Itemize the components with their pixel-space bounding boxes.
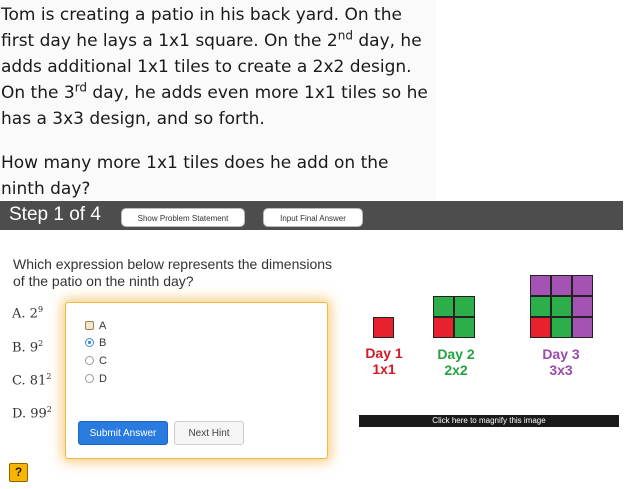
radio-icon[interactable] — [85, 356, 94, 365]
ordinal-suffix-rd: rd — [74, 80, 88, 95]
answer-box: A B C D Submit Answer Next Hint — [65, 302, 328, 459]
choice-label: D — [99, 373, 107, 385]
option-letter: C. — [12, 373, 26, 389]
day3-tile — [572, 275, 593, 296]
magnify-image-link[interactable]: Click here to magnify this image — [359, 415, 619, 427]
day3-tile — [572, 296, 593, 317]
choice-b[interactable]: B — [85, 337, 106, 349]
problem-statement: Tom is creating a patio in his back yard… — [0, 0, 436, 200]
day1-label: Day 1 1x1 — [358, 345, 410, 377]
choice-label: C — [99, 355, 107, 367]
option-base: 9 — [29, 340, 39, 356]
day1-tile — [373, 317, 394, 338]
day-label-line2: 1x1 — [372, 361, 396, 377]
day3-tile — [572, 317, 593, 338]
day2-tile — [433, 296, 454, 317]
option-c: C. 812 — [12, 372, 51, 388]
radio-icon[interactable] — [85, 374, 94, 383]
patio-figure[interactable]: Day 1 1x1 Day 2 2x2 Day 3 3x3 — [358, 270, 620, 430]
option-exponent: 2 — [46, 405, 52, 414]
day2-tile — [454, 317, 475, 338]
day2-tile — [433, 317, 454, 338]
option-a: A. 29 — [12, 305, 43, 321]
option-exponent: 2 — [38, 339, 44, 348]
option-letter: A. — [12, 306, 26, 322]
option-d: D. 992 — [12, 405, 52, 421]
option-letter: B. — [12, 340, 26, 356]
choice-label: B — [99, 337, 107, 349]
option-letter: D. — [12, 406, 27, 422]
option-base: 99 — [30, 406, 47, 422]
radio-selected-icon[interactable] — [85, 338, 94, 347]
option-base: 2 — [29, 306, 38, 322]
choice-d[interactable]: D — [85, 373, 107, 385]
option-base: 81 — [29, 373, 47, 389]
step-title: Step 1 of 4 — [9, 204, 101, 225]
submit-answer-button[interactable]: Submit Answer — [78, 421, 168, 445]
problem-paragraph-1: Tom is creating a patio in his back yard… — [1, 2, 435, 132]
day-label-line1: Day 3 — [542, 346, 580, 362]
day2-label: Day 2 2x2 — [428, 346, 484, 378]
day3-tile — [530, 296, 551, 317]
question-text: Which expression below represents the di… — [13, 256, 333, 289]
ordinal-suffix-nd: nd — [337, 28, 353, 43]
checkbox-icon[interactable] — [85, 321, 94, 330]
next-hint-button[interactable]: Next Hint — [174, 421, 244, 445]
help-button[interactable]: ? — [9, 463, 28, 482]
step-bar: Step 1 of 4 Show Problem Statement Input… — [0, 201, 623, 230]
day3-tile — [551, 275, 572, 296]
day3-tile — [530, 275, 551, 296]
option-b: B. 92 — [12, 339, 43, 355]
day-label-line1: Day 1 — [365, 345, 403, 361]
input-final-answer-button[interactable]: Input Final Answer — [263, 208, 363, 227]
problem-paragraph-2: How many more 1x1 tiles does he add on t… — [1, 153, 389, 199]
day-label-line2: 3x3 — [549, 362, 573, 378]
choice-c[interactable]: C — [85, 355, 107, 367]
day3-tile — [551, 317, 572, 338]
day3-label: Day 3 3x3 — [533, 346, 589, 378]
option-exponent: 9 — [37, 305, 44, 314]
choice-label: A — [99, 320, 107, 332]
show-problem-statement-button[interactable]: Show Problem Statement — [121, 208, 245, 227]
day-label-line1: Day 2 — [437, 346, 475, 362]
day-label-line2: 2x2 — [444, 362, 468, 378]
option-exponent: 2 — [46, 372, 52, 381]
day3-tile — [551, 296, 572, 317]
day3-tile — [530, 317, 551, 338]
choice-a[interactable]: A — [85, 320, 106, 332]
day2-tile — [454, 296, 475, 317]
